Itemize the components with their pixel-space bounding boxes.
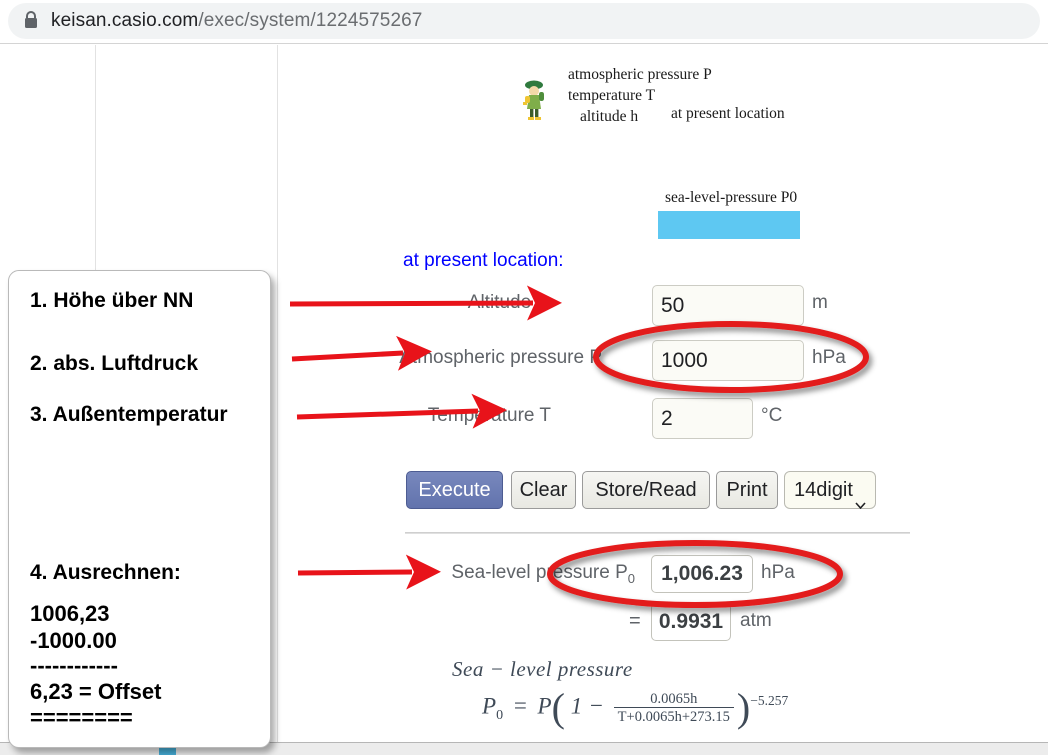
altitude-label: Altitude h [467, 292, 547, 313]
card-step-3: 3. Außentemperatur [30, 403, 228, 426]
pressure-input[interactable]: 1000 [652, 340, 804, 381]
card-step-2: 2. abs. Luftdruck [30, 352, 199, 375]
annotation-card: 1. Höhe über NN 2. abs. Luftdruck 3. Auß… [8, 270, 271, 748]
altitude-input[interactable]: 50 [652, 285, 804, 326]
figure-label-pressure: atmospheric pressure P [568, 66, 712, 83]
formula-lhs: P [482, 693, 497, 719]
temperature-unit: °C [761, 405, 783, 426]
card-calc-line-1: 1006,23 [30, 601, 110, 626]
pressure-label: Atmospheric pressure P [399, 347, 602, 368]
formula-paren-open: ( [551, 684, 565, 730]
result-row-sea-level: Sea-level pressure P0 1,006.23 hPa [300, 550, 860, 596]
field-row-altitude: Altitude h 50 m [300, 280, 828, 326]
formula-denominator: T+0.0065h+273.15 [613, 707, 734, 726]
formula-title: Sea − level pressure [452, 657, 633, 681]
url-path: /exec/system/1224575267 [198, 10, 423, 31]
formula-p: P [537, 693, 552, 719]
formula-fraction: 0.0065h T+0.0065h+273.15 [613, 690, 734, 726]
figure-label-location: at present location [671, 105, 785, 122]
figure-label-altitude: altitude h [580, 108, 639, 125]
formula-lhs-sub: 0 [496, 708, 504, 723]
formula-minus: − [589, 693, 603, 719]
formula-block: Sea − level pressure P0 = P( 1 − 0.0065h… [452, 657, 789, 730]
figure-label-sea-level: sea-level-pressure P0 [665, 189, 798, 206]
execute-button[interactable]: Execute [406, 471, 503, 509]
lock-icon [22, 10, 40, 30]
field-row-pressure: Atmospheric pressure P 1000 hPa [300, 335, 860, 381]
clear-button[interactable]: Clear [511, 471, 576, 509]
atm-unit: atm [740, 610, 772, 631]
temperature-input[interactable]: 2 [652, 398, 753, 439]
url-text[interactable]: keisan.casio.com/exec/system/1224575267 [51, 7, 422, 35]
formula-equals: = [513, 693, 527, 719]
atm-value: 0.9931 [651, 603, 731, 641]
url-host: keisan.casio.com [51, 10, 199, 31]
results-divider [405, 532, 910, 534]
digits-select[interactable]: 14digit [784, 471, 876, 510]
card-calc-line-3: ------------ [30, 653, 118, 678]
store-read-button[interactable]: Store/Read [582, 471, 710, 509]
formula-numerator: 0.0065h [650, 691, 698, 707]
print-button[interactable]: Print [716, 471, 778, 509]
result-row-atm: = 0.9931 atm [300, 598, 860, 644]
chevron-down-icon [855, 485, 866, 510]
present-location-heading: at present location: [403, 250, 564, 271]
sea-level-pressure-label: Sea-level pressure P0 [451, 550, 635, 602]
formula-expression: P0 = P( 1 − 0.0065h T+0.0065h+273.15 )−5… [482, 684, 789, 730]
figure-label-temperature: temperature T [568, 87, 656, 104]
card-calc-line-2: -1000.00 [30, 628, 117, 653]
temperature-label: Temperature T [427, 405, 551, 426]
field-row-temperature: Temperature T 2 °C [300, 393, 805, 439]
equals-sign: = [629, 610, 641, 632]
sea-level-pressure-label-text: Sea-level pressure P [451, 562, 628, 583]
digits-select-value: 14digit [794, 479, 853, 501]
layout-rule-inner [277, 45, 278, 745]
card-calc-line-5: ======== [30, 705, 133, 730]
card-step-1: 1. Höhe über NN [30, 289, 194, 312]
formula-one: 1 [570, 693, 583, 719]
sea-level-pressure-label-sub: 0 [627, 570, 635, 586]
sea-level-pressure-value: 1,006.23 [651, 555, 753, 593]
card-step-4: 4. Ausrechnen: [30, 561, 181, 584]
sea-level-pressure-unit: hPa [761, 562, 795, 583]
browser-url-bar: keisan.casio.com/exec/system/1224575267 [0, 0, 1048, 44]
altitude-unit: m [812, 292, 828, 313]
pressure-unit: hPa [812, 347, 846, 368]
formula-exponent: −5.257 [750, 692, 789, 708]
formula-paren-close: ) [736, 684, 751, 730]
mountain-diagram: 0%" stop-color="#6b2a46"/> 42%" stop-col… [440, 53, 840, 245]
card-calc-line-4: 6,23 = Offset [30, 679, 162, 704]
